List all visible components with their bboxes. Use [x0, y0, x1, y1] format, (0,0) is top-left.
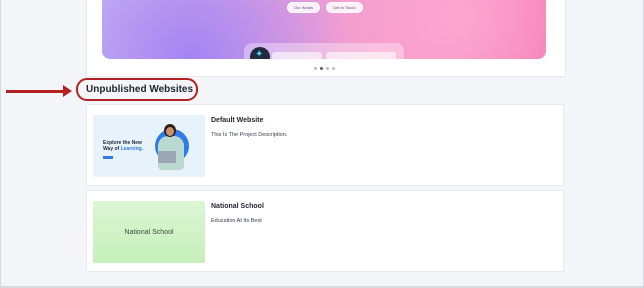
carousel-hero-preview[interactable]: Our Works Get In Touch: [102, 0, 546, 59]
frame-left-border: [0, 0, 1, 288]
carousel-dot-active[interactable]: [320, 67, 323, 70]
website-name[interactable]: Default Website: [211, 117, 263, 124]
thumbnail-cta: [103, 156, 113, 159]
thumbnail-headline: Explore the New Way of Learning.: [103, 140, 144, 152]
website-card[interactable]: Explore the New Way of Learning. Default…: [86, 104, 564, 186]
website-thumbnail[interactable]: Explore the New Way of Learning.: [93, 115, 205, 177]
carousel-dots: [314, 67, 335, 70]
website-description: This Is The Project Description.: [211, 132, 288, 138]
section-title: Unpublished Websites: [86, 84, 194, 95]
laptop-icon: [158, 151, 176, 163]
hero-panel-slot: [326, 52, 396, 59]
annotation-arrow-icon: [6, 90, 68, 93]
thumbnail-person-face: [166, 127, 174, 136]
annotation-arrow-head-icon: [63, 85, 72, 97]
carousel-dot[interactable]: [332, 67, 335, 70]
website-card[interactable]: National School National School Educatio…: [86, 190, 564, 272]
carousel-dot[interactable]: [314, 67, 317, 70]
hero-our-works-button[interactable]: Our Works: [287, 2, 321, 13]
carousel-dot[interactable]: [326, 67, 329, 70]
website-description: Education At Its Best: [211, 218, 262, 224]
hero-get-in-touch-button[interactable]: Get In Touch: [326, 2, 363, 13]
hero-panel-slot: [272, 52, 322, 59]
website-name[interactable]: National School: [211, 203, 264, 210]
thumbnail-label: National School: [124, 228, 174, 236]
website-thumbnail[interactable]: National School: [93, 201, 205, 263]
